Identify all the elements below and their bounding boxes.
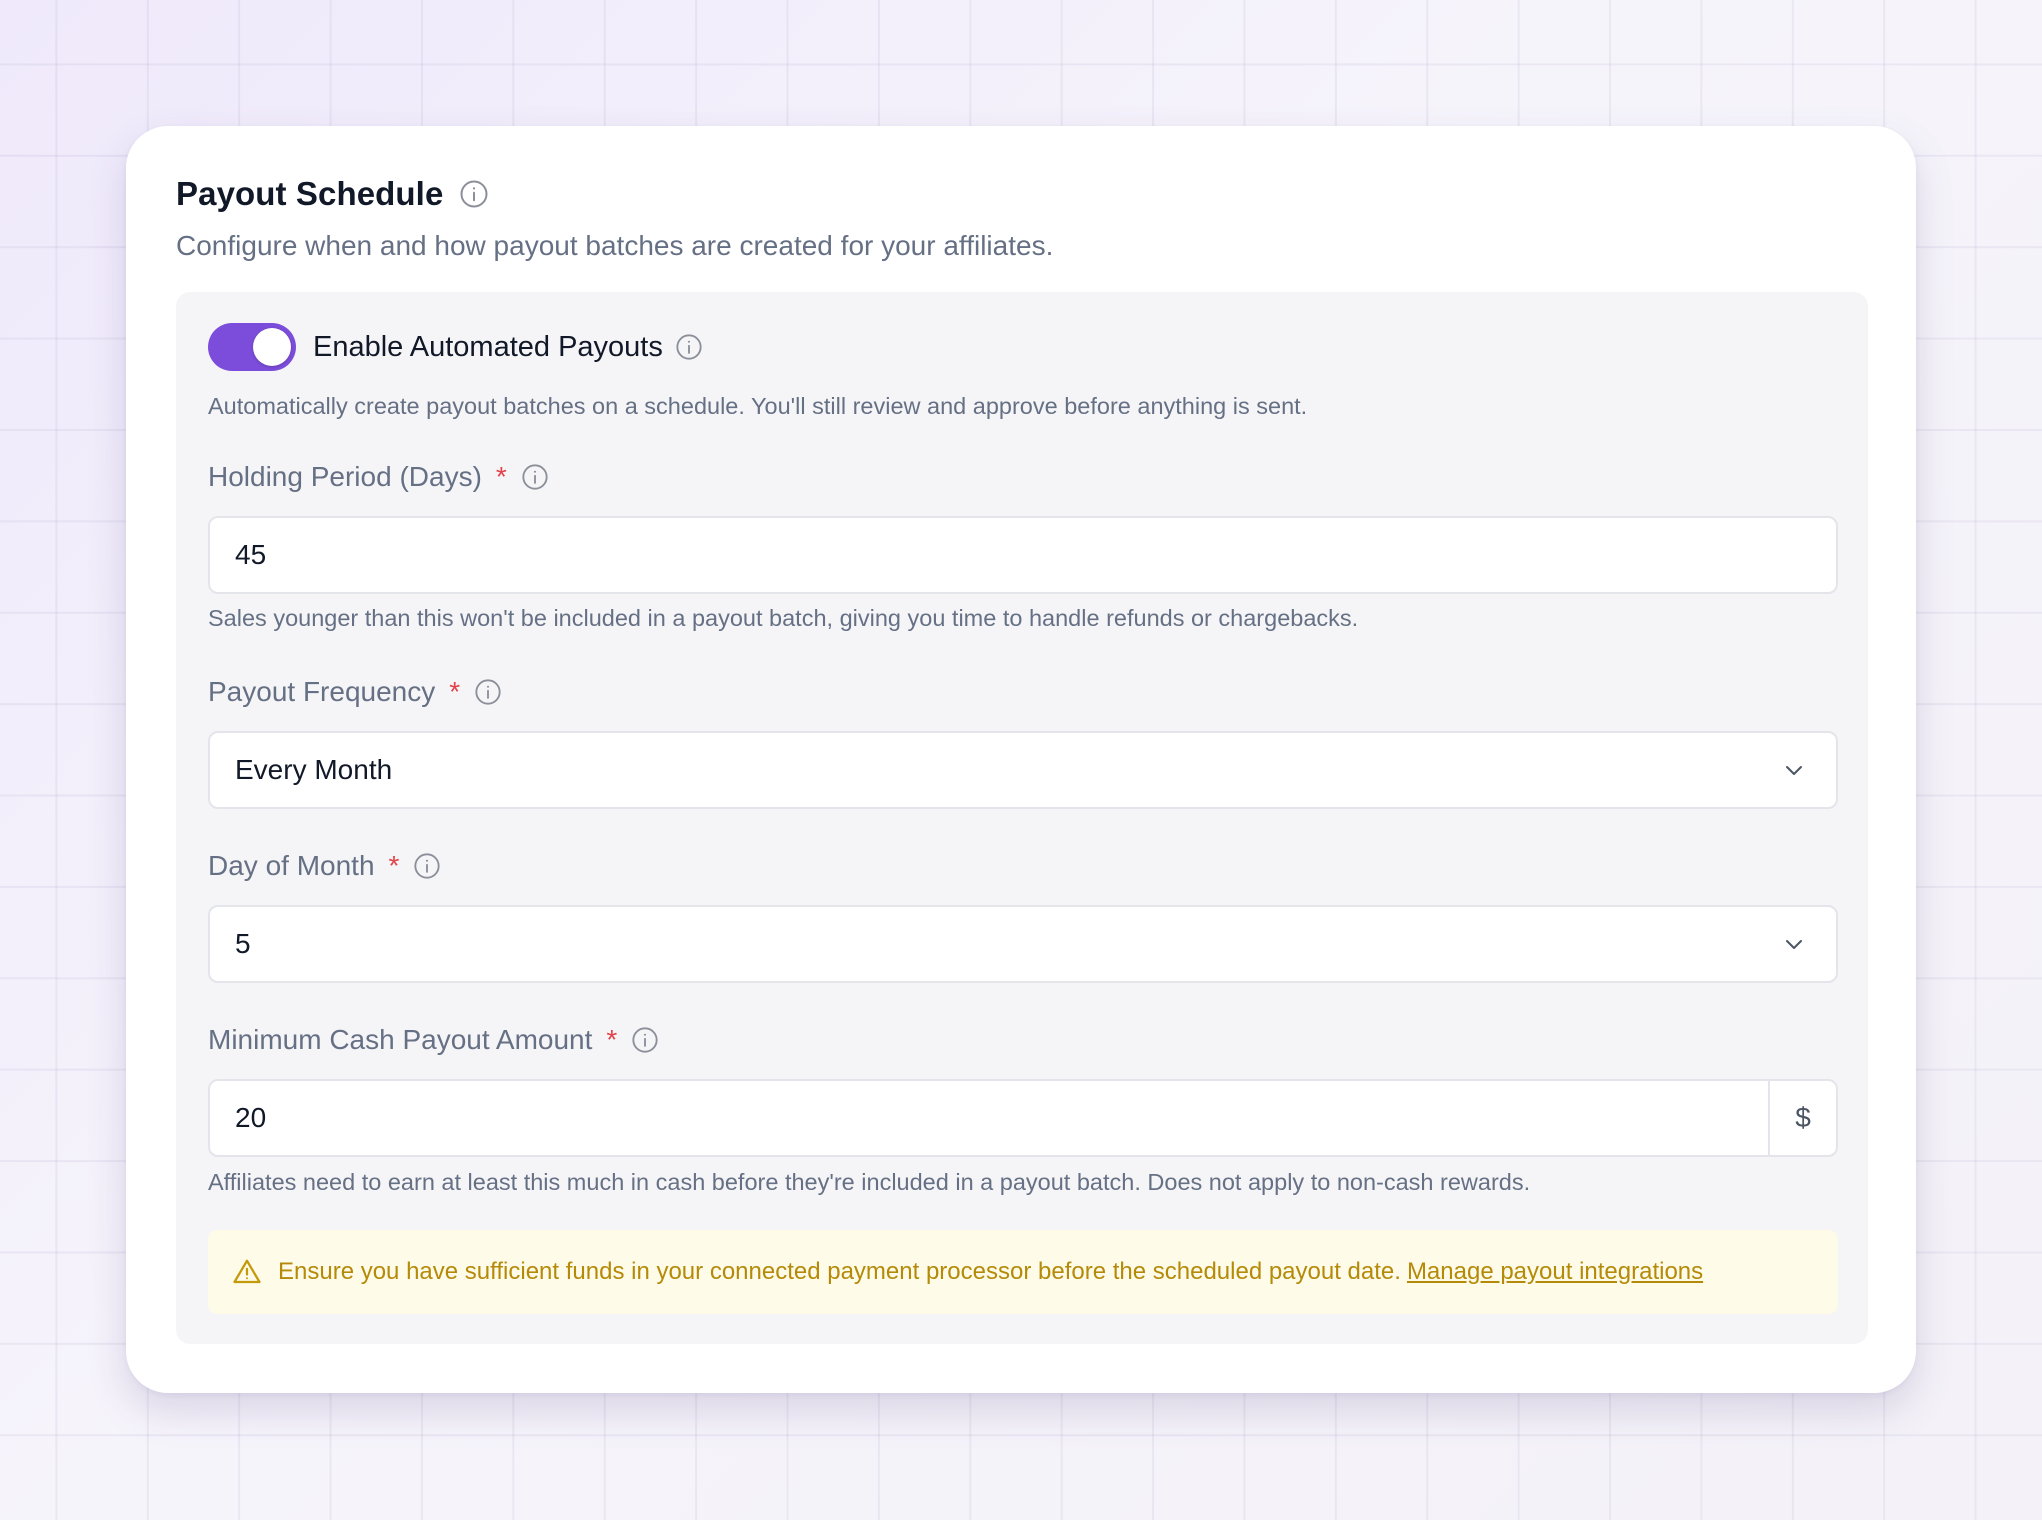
required-asterisk: *: [449, 676, 461, 707]
info-icon[interactable]: [474, 678, 502, 706]
card-header: Payout Schedule: [176, 164, 489, 224]
funds-warning-alert: Ensure you have sufficient funds in your…: [208, 1230, 1838, 1314]
minimum-payout-help: Affiliates need to earn at least this mu…: [208, 1169, 1531, 1195]
day-of-month-label: Day of Month: [208, 850, 375, 881]
automated-payouts-label: Enable Automated Payouts: [313, 330, 663, 363]
automation-toggle-row: Enable Automated Payouts: [208, 322, 703, 372]
minimum-payout-input[interactable]: 20 $: [208, 1079, 1838, 1157]
chevron-down-icon: [1780, 930, 1808, 958]
info-icon[interactable]: [521, 463, 549, 491]
page-title: Payout Schedule: [176, 175, 444, 212]
chevron-down-icon: [1780, 756, 1808, 784]
day-of-month-label-row: Day of Month *: [208, 844, 441, 888]
required-asterisk: *: [388, 850, 400, 881]
minimum-payout-label: Minimum Cash Payout Amount: [208, 1024, 593, 1055]
info-icon[interactable]: [631, 1026, 659, 1054]
page-subtitle: Configure when and how payout batches ar…: [176, 230, 1054, 261]
holding-period-value: 45: [235, 539, 267, 570]
payout-frequency-label-row: Payout Frequency *: [208, 670, 502, 714]
day-of-month-value: 5: [235, 928, 251, 959]
payout-frequency-value: Every Month: [235, 754, 393, 785]
automated-payouts-toggle[interactable]: [208, 323, 296, 371]
holding-period-help: Sales younger than this won't be include…: [208, 605, 1359, 631]
day-of-month-select[interactable]: 5: [208, 905, 1838, 983]
settings-panel: Enable Automated Payouts Automatically c…: [176, 292, 1868, 1344]
alert-message: Ensure you have sufficient funds in your…: [278, 1258, 1401, 1285]
required-asterisk: *: [495, 461, 507, 492]
payout-frequency-label: Payout Frequency: [208, 676, 436, 707]
info-icon[interactable]: [459, 179, 489, 209]
minimum-payout-value: 20: [235, 1102, 267, 1133]
minimum-payout-label-row: Minimum Cash Payout Amount *: [208, 1018, 659, 1062]
manage-payout-integrations-link[interactable]: Manage payout integrations: [1407, 1258, 1703, 1286]
holding-period-input[interactable]: 45: [208, 516, 1838, 594]
currency-suffix: $: [1768, 1081, 1836, 1155]
payout-frequency-select[interactable]: Every Month: [208, 731, 1838, 809]
info-icon[interactable]: [413, 852, 441, 880]
warning-triangle-icon: [232, 1257, 262, 1287]
automation-description: Automatically create payout batches on a…: [208, 393, 1308, 419]
required-asterisk: *: [606, 1024, 618, 1055]
toggle-knob: [253, 328, 291, 366]
payout-schedule-card: Payout Schedule Configure when and how p…: [126, 126, 1916, 1393]
info-icon[interactable]: [675, 333, 703, 361]
holding-period-label-row: Holding Period (Days) *: [208, 455, 549, 499]
holding-period-label: Holding Period (Days): [208, 461, 482, 492]
